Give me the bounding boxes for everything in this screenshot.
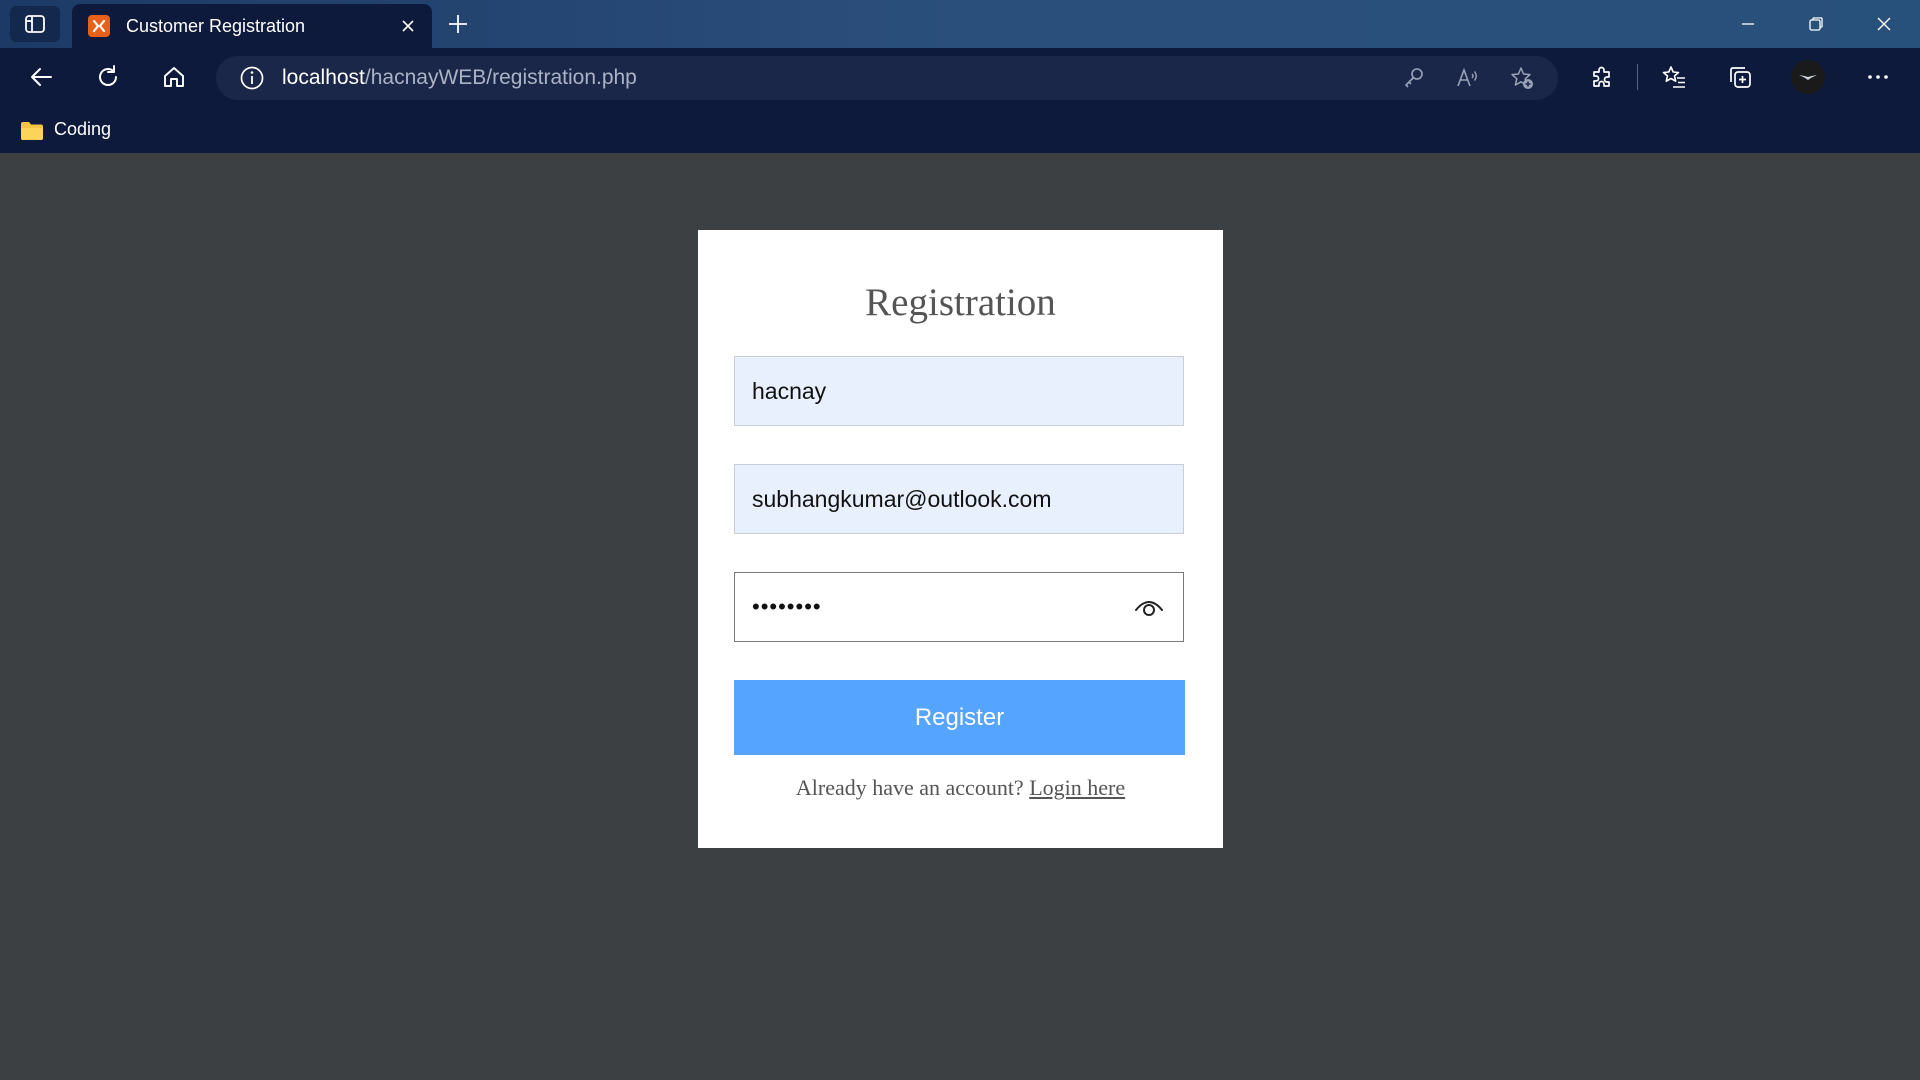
email-field[interactable]: subhangkumar@outlook.com [734,464,1184,534]
tab-customer-registration[interactable]: Customer Registration [72,4,432,48]
profile-button[interactable] [1786,55,1830,99]
collections-icon [1730,67,1751,88]
login-link[interactable]: Login here [1029,775,1125,800]
more-menu-button[interactable] [1856,55,1900,99]
restore-icon [1809,17,1823,31]
favorites-button[interactable] [1652,55,1696,99]
read-aloud-icon[interactable] [1450,60,1486,96]
register-button[interactable]: Register [734,680,1185,755]
folder-icon [20,121,44,140]
show-password-icon[interactable] [1133,594,1165,622]
browser-chrome: Customer Registration localhost/hacnayWE… [0,0,1920,153]
minimize-icon [1742,23,1754,25]
url-host: localhost [282,66,365,89]
bookmarks-bar: Coding [0,106,1920,153]
tab-strip: Customer Registration [0,0,1920,48]
tab-actions-icon [25,15,45,33]
toolbar-divider [1637,64,1638,90]
url-path: /hacnayWEB/registration.php [364,66,637,89]
home-button[interactable] [152,55,196,99]
back-button[interactable] [20,55,64,99]
home-icon [164,67,184,87]
refresh-icon [99,65,117,86]
collections-button[interactable] [1718,55,1762,99]
new-tab-button[interactable] [442,8,474,40]
bookmark-folder-coding[interactable]: Coding [20,112,111,148]
page-viewport: Registration hacnay subhangkumar@outlook… [0,153,1920,1080]
site-info-icon[interactable] [230,56,274,100]
username-field[interactable]: hacnay [734,356,1184,426]
avatar [1791,60,1825,94]
add-favorite-icon[interactable] [1504,60,1540,96]
address-bar[interactable]: localhost/hacnayWEB/registration.php [216,56,1558,100]
more-dots-icon [1868,75,1888,79]
restore-button[interactable] [1782,0,1850,48]
plus-icon [449,15,467,33]
password-key-icon[interactable] [1396,60,1432,96]
extensions-button[interactable] [1580,55,1624,99]
tab-actions-button[interactable] [10,6,60,42]
close-icon [1877,17,1891,31]
bookmark-label: Coding [54,119,112,139]
login-prompt-text: Already have an account? [795,775,1024,800]
username-value: hacnay [752,377,827,404]
email-value: subhangkumar@outlook.com [752,485,1052,512]
login-prompt-line: Already have an account? Login here [698,775,1223,801]
favorites-icon [1662,66,1685,88]
tab-title: Customer Registration [126,15,306,36]
back-arrow-icon [31,68,52,86]
registration-card: Registration hacnay subhangkumar@outlook… [698,230,1223,848]
xampp-icon [88,15,110,37]
minimize-button[interactable] [1714,0,1782,48]
password-field[interactable]: •••••••• [734,572,1184,642]
browser-toolbar: localhost/hacnayWEB/registration.php [0,48,1920,106]
url-text[interactable]: localhost/hacnayWEB/registration.php [282,66,637,90]
close-window-button[interactable] [1850,0,1918,48]
close-tab-icon[interactable] [394,12,422,40]
page-title: Registration [865,281,1056,324]
refresh-button[interactable] [86,55,130,99]
puzzle-icon [1593,66,1610,87]
password-value: •••••••• [752,594,822,619]
